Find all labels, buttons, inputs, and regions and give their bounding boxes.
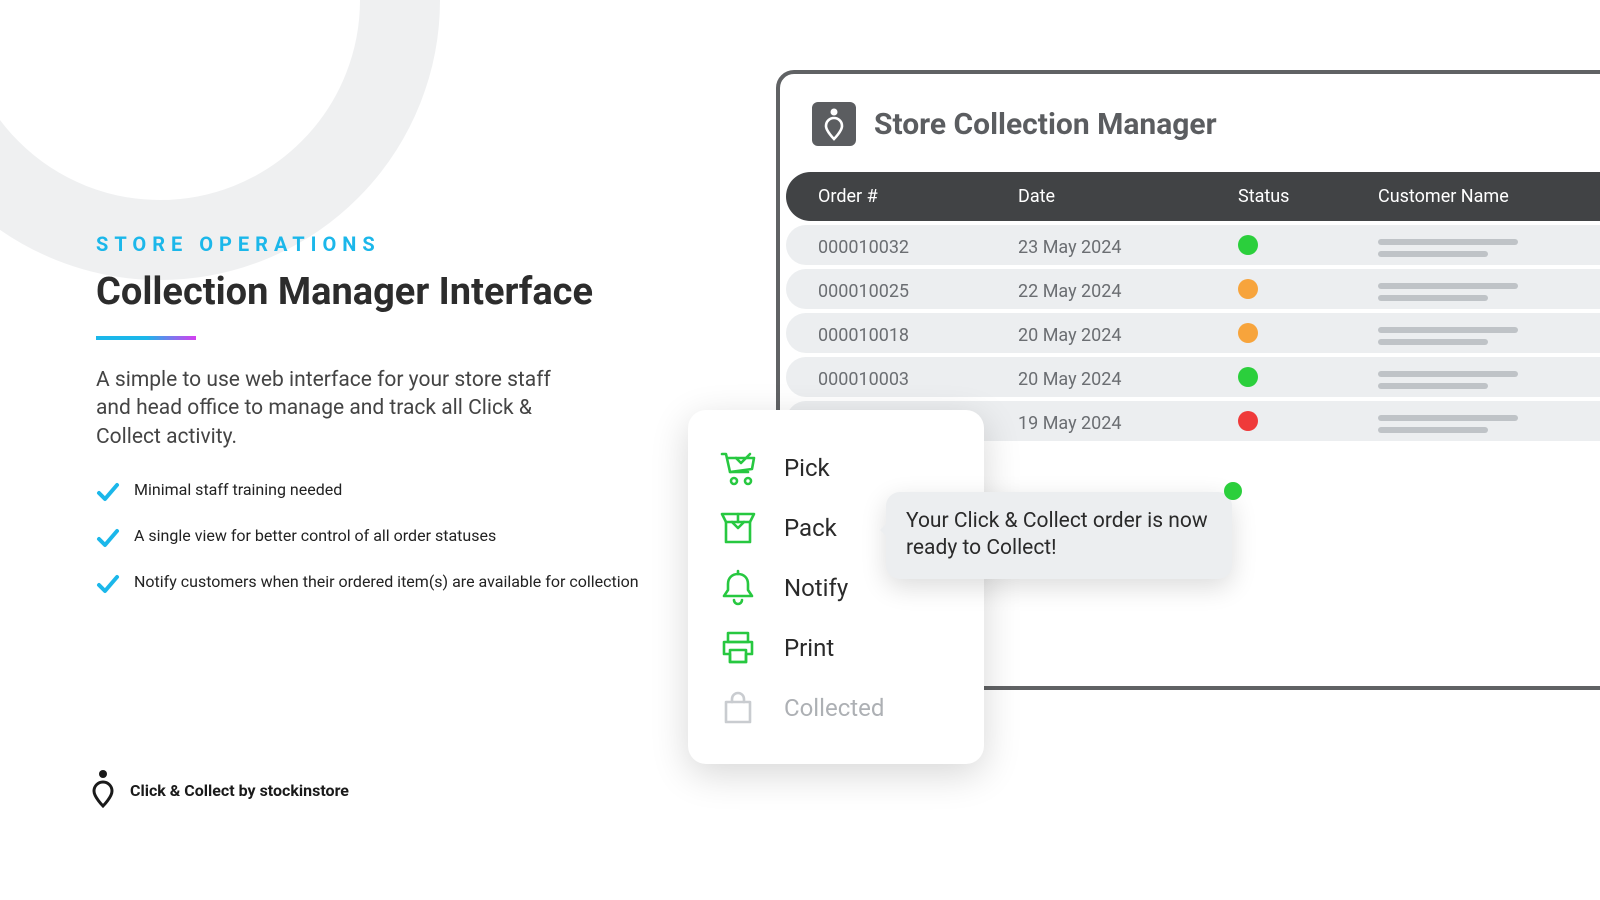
- app-header: Store Collection Manager: [780, 102, 1600, 172]
- cell-status: [1230, 235, 1370, 260]
- brand-label: Click & Collect by stockinstore: [130, 781, 349, 800]
- action-collected[interactable]: Collected: [718, 678, 954, 738]
- action-pick[interactable]: Pick: [718, 438, 954, 498]
- cell-order: 000010018: [810, 325, 1010, 346]
- status-dot-icon: [1238, 279, 1258, 299]
- action-label: Notify: [784, 574, 848, 602]
- bullet-list: Minimal staff training needed A single v…: [96, 479, 656, 601]
- action-label: Pack: [784, 514, 837, 542]
- cell-date: 22 May 2024: [1010, 281, 1230, 302]
- cell-order: 000010003: [810, 369, 1010, 390]
- table-row[interactable]: 000010003 20 May 2024: [786, 357, 1600, 397]
- cell-order: 000010025: [810, 281, 1010, 302]
- col-order[interactable]: Order #: [810, 186, 1010, 207]
- cell-status: [1230, 411, 1370, 436]
- page-title: Collection Manager Interface: [96, 270, 656, 314]
- bag-icon: [718, 688, 758, 728]
- printer-icon: [718, 628, 758, 668]
- cell-date: 20 May 2024: [1010, 369, 1230, 390]
- col-date[interactable]: Date: [1010, 186, 1230, 207]
- bullet-text: Minimal staff training needed: [134, 479, 342, 501]
- col-status[interactable]: Status: [1230, 186, 1370, 207]
- app-title: Store Collection Manager: [874, 107, 1217, 142]
- status-dot-icon: [1238, 411, 1258, 431]
- cell-status: [1230, 367, 1370, 392]
- table-row[interactable]: 000010025 22 May 2024: [786, 269, 1600, 309]
- notification-dot-icon: [1224, 482, 1242, 500]
- body-copy: A simple to use web interface for your s…: [96, 366, 556, 451]
- footer-brand: Click & Collect by stockinstore: [92, 768, 349, 812]
- table-header: Order # Date Status Customer Name: [786, 172, 1600, 221]
- bell-icon: [718, 568, 758, 608]
- box-icon: [718, 508, 758, 548]
- eyebrow: STORE OPERATIONS: [96, 232, 656, 256]
- bullet-text: A single view for better control of all …: [134, 525, 496, 547]
- table-row[interactable]: 000010032 23 May 2024: [786, 225, 1600, 265]
- action-label: Pick: [784, 454, 830, 482]
- status-dot-icon: [1238, 235, 1258, 255]
- action-label: Print: [784, 634, 834, 662]
- col-customer[interactable]: Customer Name: [1370, 186, 1600, 207]
- app-logo-icon: [812, 102, 856, 146]
- cell-customer: [1370, 327, 1600, 345]
- checkmark-icon: [96, 527, 120, 555]
- list-item: Notify customers when their ordered item…: [96, 571, 656, 601]
- table-row[interactable]: 000010018 20 May 2024: [786, 313, 1600, 353]
- accent-divider: [96, 336, 196, 340]
- cell-customer: [1370, 239, 1600, 257]
- list-item: Minimal staff training needed: [96, 479, 656, 509]
- checkmark-icon: [96, 573, 120, 601]
- cell-customer: [1370, 415, 1600, 433]
- cell-date: 23 May 2024: [1010, 237, 1230, 258]
- notification-toast: Your Click & Collect order is now ready …: [886, 492, 1232, 579]
- cell-order: 000010032: [810, 237, 1010, 258]
- cell-status: [1230, 279, 1370, 304]
- orders-table: Order # Date Status Customer Name 000010…: [780, 172, 1600, 441]
- cell-date: 19 May 2024: [1010, 413, 1230, 434]
- list-item: A single view for better control of all …: [96, 525, 656, 555]
- action-menu: Pick Pack Notify: [688, 410, 984, 764]
- cell-customer: [1370, 371, 1600, 389]
- checkmark-icon: [96, 481, 120, 509]
- action-label: Collected: [784, 694, 884, 722]
- cell-customer: [1370, 283, 1600, 301]
- cell-date: 20 May 2024: [1010, 325, 1230, 346]
- status-dot-icon: [1238, 367, 1258, 387]
- brand-pin-icon: [92, 768, 114, 812]
- cell-status: [1230, 323, 1370, 348]
- cart-icon: [718, 448, 758, 488]
- status-dot-icon: [1238, 323, 1258, 343]
- marketing-copy: STORE OPERATIONS Collection Manager Inte…: [96, 232, 656, 617]
- notification-text: Your Click & Collect order is now ready …: [906, 509, 1208, 560]
- bullet-text: Notify customers when their ordered item…: [134, 571, 639, 593]
- action-print[interactable]: Print: [718, 618, 954, 678]
